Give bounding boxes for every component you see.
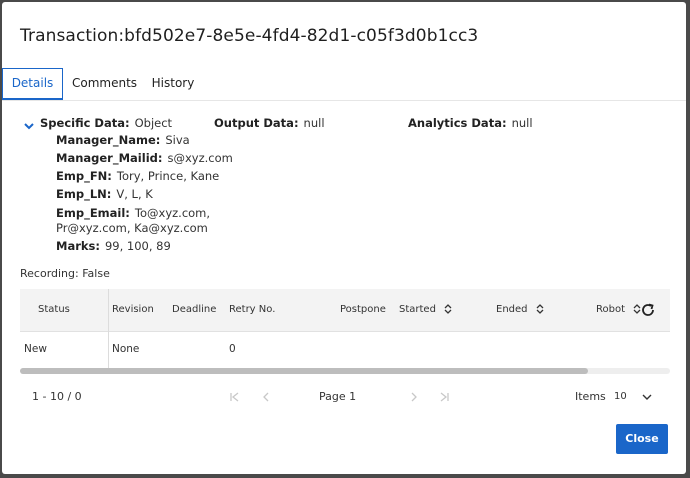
col-postpone[interactable]: Postpone [340, 289, 386, 331]
scrollbar-thumb[interactable] [20, 368, 588, 374]
field-key: Manager_Name: [56, 133, 161, 147]
first-page-icon[interactable] [230, 391, 240, 403]
specific-data-key: Specific Data: [40, 116, 130, 130]
dialog-title: Transaction:bfd502e7-8e5e-4fd4-82d1-c05f… [20, 26, 479, 46]
analytics-data-key: Analytics Data: [408, 116, 507, 130]
next-page-icon[interactable] [409, 391, 419, 403]
refresh-icon[interactable] [640, 302, 656, 318]
transaction-dialog: Transaction:bfd502e7-8e5e-4fd4-82d1-c05f… [2, 2, 686, 474]
field-manager-name: Manager_Name: Siva [56, 133, 190, 147]
col-revision[interactable]: Revision [112, 289, 154, 331]
items-per-page-label: Items [575, 390, 606, 403]
horizontal-scrollbar[interactable] [20, 368, 670, 374]
cell-status: New [24, 343, 47, 355]
field-marks: Marks: 99, 100, 89 [56, 239, 171, 253]
table-header: Status Revision Deadline Retry No. Postp… [20, 289, 670, 332]
close-button[interactable]: Close [616, 424, 668, 454]
field-key: Emp_LN: [56, 187, 112, 201]
output-data-value: null [303, 116, 325, 130]
field-key: Emp_Email: [56, 206, 130, 220]
sort-icon[interactable] [536, 304, 544, 314]
field-key: Manager_Mailid: [56, 151, 163, 165]
field-value: Pr@xyz.com, Ka@xyz.com [56, 221, 208, 235]
chevron-down-icon[interactable] [23, 120, 35, 132]
recording-status: Recording: False [20, 267, 110, 280]
output-data-key: Output Data: [214, 116, 299, 130]
tab-comments[interactable]: Comments [72, 68, 137, 98]
analytics-data: Analytics Data: null [408, 116, 533, 130]
col-started[interactable]: Started [399, 289, 452, 331]
analytics-data-value: null [511, 116, 533, 130]
field-key: Marks: [56, 239, 100, 253]
col-started-label: Started [399, 304, 436, 315]
cell-revision: None [112, 343, 140, 355]
field-key: Emp_FN: [56, 169, 112, 183]
current-page: Page 1 [319, 390, 357, 403]
field-manager-mailid: Manager_Mailid: s@xyz.com [56, 151, 233, 165]
col-ended-label: Ended [496, 304, 528, 315]
field-emp-fn: Emp_FN: Tory, Prince, Kane [56, 169, 219, 183]
specific-data-value: Object [134, 116, 173, 130]
prev-page-icon[interactable] [261, 391, 271, 403]
tab-bar: Details Comments History [2, 68, 686, 101]
field-emp-email: Emp_Email: To@xyz.com, [56, 206, 210, 220]
cell-retry: 0 [229, 343, 236, 355]
col-status[interactable]: Status [38, 289, 70, 331]
last-page-icon[interactable] [439, 391, 449, 403]
column-divider [108, 289, 109, 369]
field-value: Siva [165, 133, 190, 147]
col-retry-no[interactable]: Retry No. [229, 289, 275, 331]
col-robot-label: Robot [596, 304, 626, 315]
field-emp-ln: Emp_LN: V, L, K [56, 187, 153, 201]
field-value: To@xyz.com, [134, 206, 211, 220]
chevron-down-icon[interactable] [642, 393, 652, 401]
col-ended[interactable]: Ended [496, 289, 544, 331]
field-emp-email-cont: Pr@xyz.com, Ka@xyz.com [56, 221, 208, 235]
pagination: 1 - 10 / 0 Page 1 Items 10 [2, 382, 686, 412]
field-value: V, L, K [116, 187, 153, 201]
page-range: 1 - 10 / 0 [32, 390, 82, 403]
sort-icon[interactable] [444, 304, 452, 314]
output-data: Output Data: null [214, 116, 325, 130]
col-deadline[interactable]: Deadline [172, 289, 216, 331]
tab-details[interactable]: Details [2, 68, 63, 100]
field-value: Tory, Prince, Kane [116, 169, 220, 183]
tab-history[interactable]: History [148, 68, 198, 98]
field-value: s@xyz.com [167, 151, 233, 165]
items-per-page-select[interactable]: 10 [614, 391, 627, 402]
specific-data: Specific Data: Object [40, 116, 172, 130]
col-robot[interactable]: Robot [596, 289, 641, 331]
field-value: 99, 100, 89 [104, 239, 171, 253]
revisions-table: Status Revision Deadline Retry No. Postp… [20, 289, 670, 369]
